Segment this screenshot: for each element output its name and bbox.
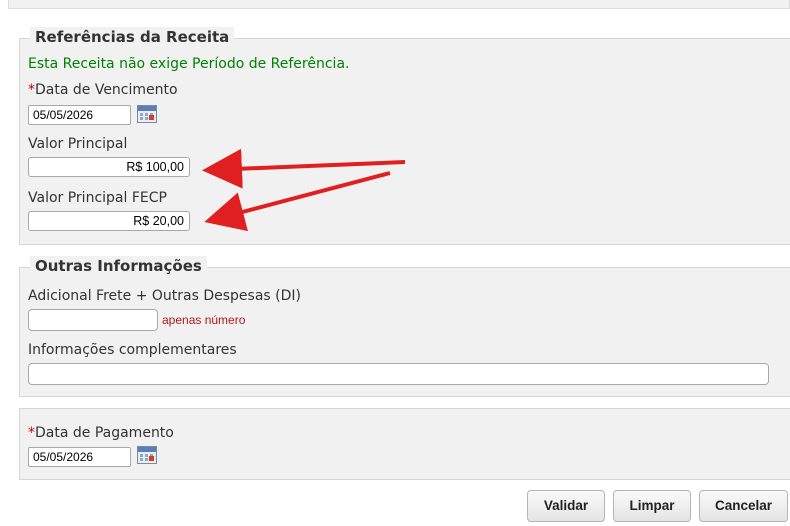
cancelar-button[interactable]: Cancelar: [699, 490, 788, 522]
valor-principal-input[interactable]: [28, 157, 190, 177]
complementares-label: Informações complementares: [28, 342, 237, 358]
vencimento-date-input[interactable]: [28, 105, 131, 125]
vencimento-label-text: Data de Vencimento: [35, 82, 178, 98]
referencias-receita-fieldset: Referências da Receita Esta Receita não …: [19, 27, 790, 245]
referencias-legend: Referências da Receita: [30, 27, 235, 47]
periodo-info-text: Esta Receita não exige Período de Referê…: [28, 56, 350, 72]
calendar-icon[interactable]: [137, 105, 157, 123]
pagamento-label: *Data de Pagamento: [28, 425, 174, 441]
top-panel-edge: [8, 0, 790, 9]
limpar-button[interactable]: Limpar: [613, 490, 691, 522]
valor-fecp-label: Valor Principal FECP: [28, 190, 167, 206]
adicional-frete-input[interactable]: [28, 309, 158, 331]
vencimento-label: *Data de Vencimento: [28, 82, 178, 98]
pagamento-label-text: Data de Pagamento: [35, 425, 174, 441]
pagamento-date-input[interactable]: [28, 447, 131, 467]
complementares-input[interactable]: [28, 363, 769, 385]
required-mark: *: [28, 82, 35, 98]
outras-informacoes-fieldset: Outras Informações Adicional Frete + Out…: [19, 256, 790, 397]
pagamento-fieldset: *Data de Pagamento: [19, 408, 790, 480]
required-mark: *: [28, 425, 35, 441]
adicional-frete-label: Adicional Frete + Outras Despesas (DI): [28, 288, 301, 304]
calendar-icon[interactable]: [137, 446, 157, 464]
outras-legend: Outras Informações: [30, 256, 207, 276]
valor-fecp-input[interactable]: [28, 211, 190, 231]
apenas-numero-hint: apenas número: [162, 313, 246, 327]
validar-button[interactable]: Validar: [527, 490, 605, 522]
valor-principal-label: Valor Principal: [28, 136, 128, 152]
